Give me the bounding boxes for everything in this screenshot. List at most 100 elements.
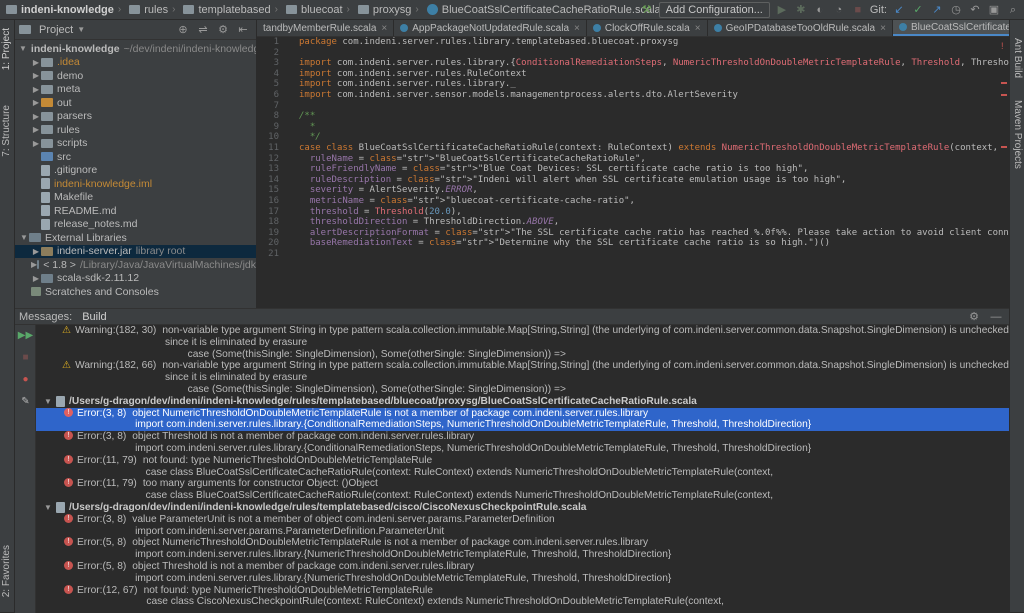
line-number[interactable]: 6 bbox=[257, 90, 287, 101]
error-message[interactable]: ! Error:(11, 79) too many arguments for co… bbox=[36, 478, 1009, 490]
breadcrumb-bluecoat[interactable]: bluecoat › bbox=[280, 4, 352, 16]
code-line[interactable]: 4 import com.indeni.server.rules.RuleCont… bbox=[257, 69, 1009, 80]
wrench-icon[interactable]: ✎ bbox=[15, 391, 36, 413]
code-line[interactable]: 20 baseRemediationText = class="str">"De… bbox=[257, 238, 1009, 249]
ant-build-tool-tab[interactable]: Ant Build bbox=[1012, 38, 1023, 78]
line-number[interactable]: 19 bbox=[257, 228, 287, 239]
error-message[interactable]: Error:(12, 67) case class CiscoNexusChec… bbox=[36, 596, 1009, 608]
line-number[interactable]: 12 bbox=[257, 154, 287, 165]
error-message[interactable]: Error:(11, 79) case class BlueCoatSslCer… bbox=[36, 490, 1009, 502]
build-hammer-icon[interactable]: ⚒ bbox=[640, 3, 654, 17]
minimize-icon[interactable]: — bbox=[989, 310, 1003, 324]
error-message[interactable]: ! Error:(5, 8) object NumericThresholdOnDo… bbox=[36, 537, 1009, 549]
collapse-all-icon[interactable]: ⇌ bbox=[196, 23, 210, 37]
chevron-right-icon[interactable]: ▶ bbox=[31, 98, 41, 107]
error-message[interactable]: Error:(11, 79) case class BlueCoatSslCer… bbox=[36, 467, 1009, 479]
chevron-right-icon[interactable]: ▶ bbox=[31, 274, 41, 283]
line-number[interactable]: 2 bbox=[257, 48, 287, 59]
code-line[interactable]: 21 bbox=[257, 249, 1009, 260]
line-number[interactable]: 5 bbox=[257, 79, 287, 90]
tree-item-scratches[interactable]: Scratches and Consoles bbox=[15, 285, 256, 299]
line-number[interactable]: 14 bbox=[257, 175, 287, 186]
breadcrumb-project[interactable]: indeni-knowledge › bbox=[0, 4, 123, 16]
project-tool-tab[interactable]: 1: Project bbox=[1, 28, 12, 70]
chevron-right-icon[interactable]: ▶ bbox=[31, 125, 41, 134]
code-line[interactable]: 16 metricName = class="str">"bluecoat-ce… bbox=[257, 196, 1009, 207]
editor-tab[interactable]: tandbyMemberRule.scala × bbox=[257, 20, 395, 36]
error-message[interactable]: ! Error:(3, 8) value ParameterUnit is not … bbox=[36, 513, 1009, 526]
editor-tab-active[interactable]: BlueCoatSslCertificateCacheRatioRule.sca… bbox=[892, 20, 1009, 36]
tree-item-demo[interactable]: ▶ demo bbox=[15, 69, 256, 83]
history-icon[interactable]: ◷ bbox=[949, 3, 963, 17]
error-stripe[interactable]: ! bbox=[1001, 40, 1009, 148]
git-commit-icon[interactable]: ✓ bbox=[911, 3, 925, 17]
chevron-right-icon[interactable]: ▶ bbox=[31, 139, 41, 148]
tree-item-iml[interactable]: indeni-knowledge.iml bbox=[15, 177, 256, 191]
chevron-down-icon[interactable]: ▼ bbox=[19, 233, 29, 242]
code-line[interactable]: 13 ruleFriendlyName = class="str">"Blue … bbox=[257, 164, 1009, 175]
warning-message[interactable]: ⚠ Warning:(182, 66) non-variable type argu… bbox=[36, 360, 1009, 372]
tree-item-root[interactable]: ▼ indeni-knowledge ~/dev/indeni/indeni-kno… bbox=[15, 42, 256, 56]
warning-message[interactable]: ⚠ Warning:(182, 30) non-variable type argu… bbox=[36, 325, 1009, 337]
code-line[interactable]: 17 threshold = Threshold(20.0), bbox=[257, 207, 1009, 218]
stop-icon[interactable]: ■ bbox=[15, 347, 36, 369]
line-number[interactable]: 3 bbox=[257, 58, 287, 69]
tree-item-makefile[interactable]: Makefile bbox=[15, 191, 256, 205]
error-message[interactable]: Error:(3, 8) import com.indeni.server.pa… bbox=[36, 526, 1009, 538]
editor-tab[interactable]: ClockOffRule.scala × bbox=[587, 20, 708, 36]
favorites-tool-tab[interactable]: 2: Favorites bbox=[1, 545, 12, 597]
code-line[interactable]: 5 import com.indeni.server.rules.library.… bbox=[257, 79, 1009, 90]
line-number[interactable]: 21 bbox=[257, 249, 287, 260]
chevron-down-icon[interactable]: ▼ bbox=[19, 44, 27, 53]
line-number[interactable]: 1 bbox=[257, 37, 287, 48]
line-number[interactable]: 9 bbox=[257, 122, 287, 133]
coverage-icon[interactable]: ◐ bbox=[813, 3, 827, 17]
chevron-right-icon[interactable]: ▶ bbox=[31, 58, 41, 67]
warning-message[interactable]: Warning:(182, 30) since it is eliminated… bbox=[36, 337, 1009, 349]
warning-message[interactable]: Warning:(182, 30) case (Some(thisSingle:… bbox=[36, 349, 1009, 361]
run-icon[interactable]: ▶ bbox=[775, 3, 789, 17]
code-line[interactable]: 11 case class BlueCoatSslCertificateCache… bbox=[257, 143, 1009, 154]
code-line[interactable]: 9 * bbox=[257, 122, 1009, 133]
tree-item-scripts[interactable]: ▶ scripts bbox=[15, 137, 256, 151]
tree-item-meta[interactable]: ▶ meta bbox=[15, 83, 256, 97]
hide-panel-icon[interactable]: ⇤ bbox=[236, 23, 250, 37]
chevron-down-icon[interactable]: ▼ bbox=[77, 25, 85, 34]
error-marker[interactable] bbox=[1001, 82, 1007, 84]
line-number[interactable]: 4 bbox=[257, 69, 287, 80]
tree-item-readme[interactable]: README.md bbox=[15, 204, 256, 218]
code-line[interactable]: 7 bbox=[257, 101, 1009, 112]
warning-message[interactable]: Warning:(182, 66) case (Some(thisSingle:… bbox=[36, 384, 1009, 396]
debug-icon[interactable]: ✱ bbox=[794, 3, 808, 17]
tree-item-jdk[interactable]: ▶ < 1.8 >/Library/Java/JavaVirtualMachine… bbox=[15, 258, 256, 272]
error-message[interactable]: Error:(3, 8) import com.indeni.server.ru… bbox=[36, 443, 1009, 455]
error-message[interactable]: ! Error:(3, 8) object NumericThresholdOnDo… bbox=[36, 407, 1009, 420]
editor-tab[interactable]: AppPackageNotUpdatedRule.scala × bbox=[394, 20, 587, 36]
message-file-header[interactable]: ▼ /Users/g-dragon/dev/indeni/indeni-knowl… bbox=[36, 501, 1009, 514]
code-line[interactable]: 15 severity = AlertSeverity.ERROR, bbox=[257, 185, 1009, 196]
code-area[interactable]: 1 package com.indeni.server.rules.library… bbox=[257, 37, 1009, 308]
error-message[interactable]: ! Error:(3, 8) object Threshold is not a m… bbox=[36, 431, 1009, 443]
error-message[interactable]: Error:(3, 8) import com.indeni.server.ru… bbox=[36, 419, 1009, 432]
chevron-right-icon[interactable]: ▶ bbox=[31, 71, 41, 80]
code-line[interactable]: 10 */ bbox=[257, 132, 1009, 143]
line-number[interactable]: 11 bbox=[257, 143, 287, 154]
line-number[interactable]: 13 bbox=[257, 164, 287, 175]
warning-message[interactable]: Warning:(182, 66) since it is eliminated… bbox=[36, 372, 1009, 384]
chevron-right-icon[interactable]: ▶ bbox=[31, 85, 41, 94]
tree-item-rules[interactable]: ▶ rules bbox=[15, 123, 256, 137]
error-marker[interactable] bbox=[1001, 146, 1007, 148]
breadcrumb-file[interactable]: BlueCoatSslCertificateCacheRatioRule.sca… bbox=[421, 4, 663, 16]
code-line[interactable]: 2 bbox=[257, 48, 1009, 59]
chevron-down-icon[interactable]: ▼ bbox=[44, 396, 56, 408]
tree-item-src[interactable]: src bbox=[15, 150, 256, 164]
breadcrumb-templatebased[interactable]: templatebased › bbox=[177, 4, 280, 16]
line-number[interactable]: 17 bbox=[257, 207, 287, 218]
tab-build[interactable]: Build bbox=[82, 311, 106, 323]
code-line[interactable]: 6 import com.indeni.server.sensor.models.… bbox=[257, 90, 1009, 101]
error-message[interactable]: Error:(5, 8) import com.indeni.server.ru… bbox=[36, 573, 1009, 585]
tree-item-idea[interactable]: ▶ .idea bbox=[15, 56, 256, 70]
code-line[interactable]: 18 thresholdDirection = ThresholdDirecti… bbox=[257, 217, 1009, 228]
breadcrumb-proxysg[interactable]: proxysg › bbox=[352, 4, 421, 16]
code-line[interactable]: 14 ruleDescription = class="str">"Indeni… bbox=[257, 175, 1009, 186]
